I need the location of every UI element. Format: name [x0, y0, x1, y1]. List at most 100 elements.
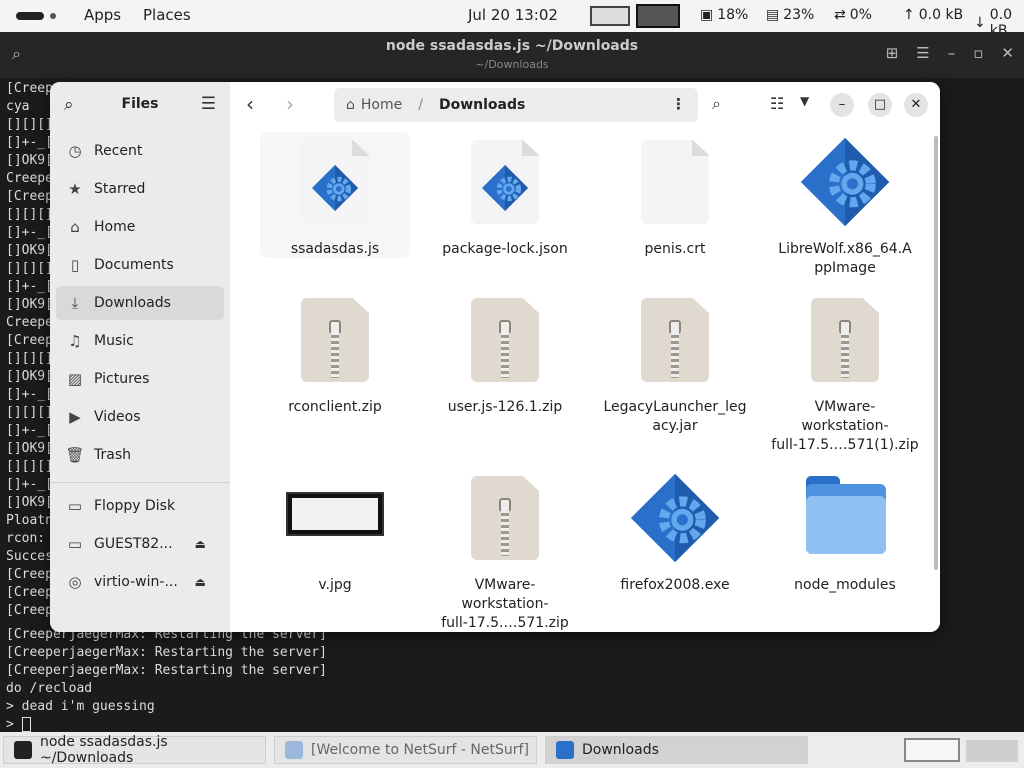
sidebar-device-1[interactable]: ▭ GUEST82... ⏏ — [56, 527, 224, 561]
workspace-1[interactable] — [590, 6, 630, 26]
sidebar: ⌕ Files ☰ ◷ Recent ★ Starred ⌂ Home ▯ Documents… — [50, 82, 230, 632]
terminal-line: [Creep — [6, 81, 53, 96]
terminal-line: []+-_[ — [6, 477, 53, 492]
taskbar-item[interactable]: [Welcome to NetSurf - NetSurf] — [274, 736, 537, 764]
sidebar-item-starred[interactable]: ★ Starred — [56, 172, 224, 206]
kebab-menu-icon[interactable]: ⋮ — [671, 95, 686, 113]
file-item[interactable]: VMware-workstation-full-17.5.…571(1).zip — [770, 290, 920, 453]
terminal-line: [][][] — [6, 459, 53, 474]
terminal-line: Succes — [6, 549, 53, 564]
netsurf-icon — [285, 741, 303, 759]
terminal-line: Ploatn — [6, 513, 53, 528]
script-file-icon — [301, 140, 369, 224]
file-item[interactable]: ssadasdas.js — [260, 132, 410, 258]
files-window[interactable]: ⌕ Files ☰ ◷ Recent ★ Starred ⌂ Home ▯ Documents… — [50, 82, 940, 632]
file-item[interactable]: package-lock.json — [430, 132, 580, 258]
terminal-line: [Creep — [6, 333, 53, 348]
search-folder-icon[interactable]: ⌕ — [712, 94, 721, 114]
minimize-icon[interactable]: – — [948, 44, 956, 62]
back-icon[interactable]: ‹ — [246, 92, 254, 116]
file-name: rconclient.zip — [288, 399, 382, 415]
taskbar-workspace-1[interactable] — [904, 738, 960, 762]
file-item[interactable]: penis.crt — [600, 132, 750, 258]
file-item[interactable]: LegacyLauncher_leg acy.jar — [600, 290, 750, 440]
forward-icon[interactable]: › — [286, 92, 294, 116]
thumbnail-dialog — [292, 498, 378, 530]
gear-icon — [481, 164, 529, 212]
hamburger-menu-icon[interactable]: ☰ — [201, 94, 216, 114]
file-name: penis.crt — [644, 241, 706, 257]
path-separator: / — [418, 97, 423, 113]
chevron-down-icon[interactable]: ▼ — [800, 94, 809, 108]
terminal-line: []+-_[ — [6, 135, 53, 150]
sidebar-device-2[interactable]: ◎ virtio-win-... ⏏ — [56, 565, 224, 599]
file-item[interactable]: LibreWolf.x86_64.A ppImage — [770, 132, 920, 276]
clock[interactable]: Jul 20 13:02 — [468, 6, 558, 24]
sidebar-item-videos[interactable]: ▶ Videos — [56, 400, 224, 434]
eject-icon[interactable]: ⏏ — [195, 575, 206, 589]
file-name: workstation- — [461, 596, 549, 612]
archive-file-icon — [811, 298, 879, 382]
pathbar[interactable]: ⌂ Home / Downloads ⋮ — [334, 88, 698, 122]
file-item[interactable]: VMware-workstation-full-17.5.…571.zip — [430, 468, 580, 631]
sidebar-item-documents[interactable]: ▯ Documents — [56, 248, 224, 282]
terminal-line: [][][] — [6, 261, 53, 276]
minimize-icon[interactable]: – — [830, 93, 854, 117]
menu-icon[interactable]: ☰ — [916, 44, 929, 62]
sidebar-device-0[interactable]: ▭ Floppy Disk — [56, 489, 224, 523]
script-file-icon — [471, 140, 539, 224]
close-icon[interactable]: ✕ — [1001, 44, 1014, 62]
terminal-cursor — [21, 717, 31, 732]
sidebar-item-pictures[interactable]: ▨ Pictures — [56, 362, 224, 396]
list-view-icon[interactable]: ☷ — [770, 94, 784, 113]
terminal-line: [Creep — [6, 189, 53, 204]
trash-icon: 🗑 — [65, 446, 85, 464]
new-tab-icon[interactable]: ⊞ — [886, 44, 899, 62]
terminal-line: []OK9[ — [6, 243, 53, 258]
clock-icon: ◷ — [68, 142, 82, 160]
path-home[interactable]: Home — [361, 97, 402, 113]
path-current[interactable]: Downloads — [439, 97, 525, 113]
taskbar-item[interactable]: node ssadasdas.js ~/Downloads — [3, 734, 266, 766]
file-name: VMware- — [814, 399, 876, 415]
sidebar-item-music[interactable]: ♫ Music — [56, 324, 224, 358]
file-name: v.jpg — [318, 577, 352, 593]
eject-icon[interactable]: ⏏ — [195, 537, 206, 551]
upload-indicator: ↑ 0.0 kB — [903, 7, 964, 23]
zipper-icon — [841, 332, 849, 378]
sidebar-item-label: Pictures — [94, 371, 150, 387]
arrow-up-icon: ↑ — [903, 7, 915, 23]
cpu-icon: ▣ — [700, 7, 714, 23]
file-item[interactable]: firefox2008.exe — [600, 468, 750, 618]
places-menu[interactable]: Places — [143, 6, 191, 24]
download-icon: ⤓ — [71, 294, 79, 312]
taskbar-label: Downloads — [582, 742, 659, 758]
sidebar-item-home[interactable]: ⌂ Home — [56, 210, 224, 244]
file-item[interactable]: rconclient.zip — [260, 290, 410, 440]
taskbar-workspace-2[interactable] — [966, 740, 1018, 762]
headerbar: ‹ › ⌂ Home / Downloads ⋮ ⌕ ☷ ▼ – □ ✕ — [230, 82, 940, 128]
file-item[interactable]: node_modules — [770, 468, 920, 618]
sidebar-item-downloads[interactable]: ⤓ Downloads — [56, 286, 224, 320]
file-name: ppImage — [814, 260, 876, 276]
taskbar-item[interactable]: Downloads — [545, 736, 808, 764]
scrollbar[interactable] — [934, 136, 938, 570]
workspace-2[interactable] — [636, 4, 680, 28]
sidebar-item-trash[interactable]: 🗑 Trash — [56, 438, 224, 472]
file-item[interactable]: user.js-126.1.zip — [430, 290, 580, 440]
video-icon: ▶ — [69, 408, 81, 426]
terminal-line: [Creep — [6, 567, 53, 582]
maximize-icon[interactable]: □ — [868, 93, 892, 117]
archive-file-icon — [301, 298, 369, 382]
executable-icon — [800, 137, 890, 227]
close-icon[interactable]: ✕ — [904, 93, 928, 117]
folder-front — [806, 496, 886, 554]
maximize-icon[interactable]: ▫ — [973, 44, 983, 62]
file-item[interactable]: v.jpg — [260, 468, 410, 618]
terminal-line: []OK9[ — [6, 153, 53, 168]
sidebar-device-label: virtio-win-... — [94, 574, 178, 590]
activities-icon[interactable] — [16, 12, 44, 20]
apps-menu[interactable]: Apps — [84, 6, 121, 24]
drive-icon: ▭ — [67, 535, 83, 553]
sidebar-item-recent[interactable]: ◷ Recent — [56, 134, 224, 168]
